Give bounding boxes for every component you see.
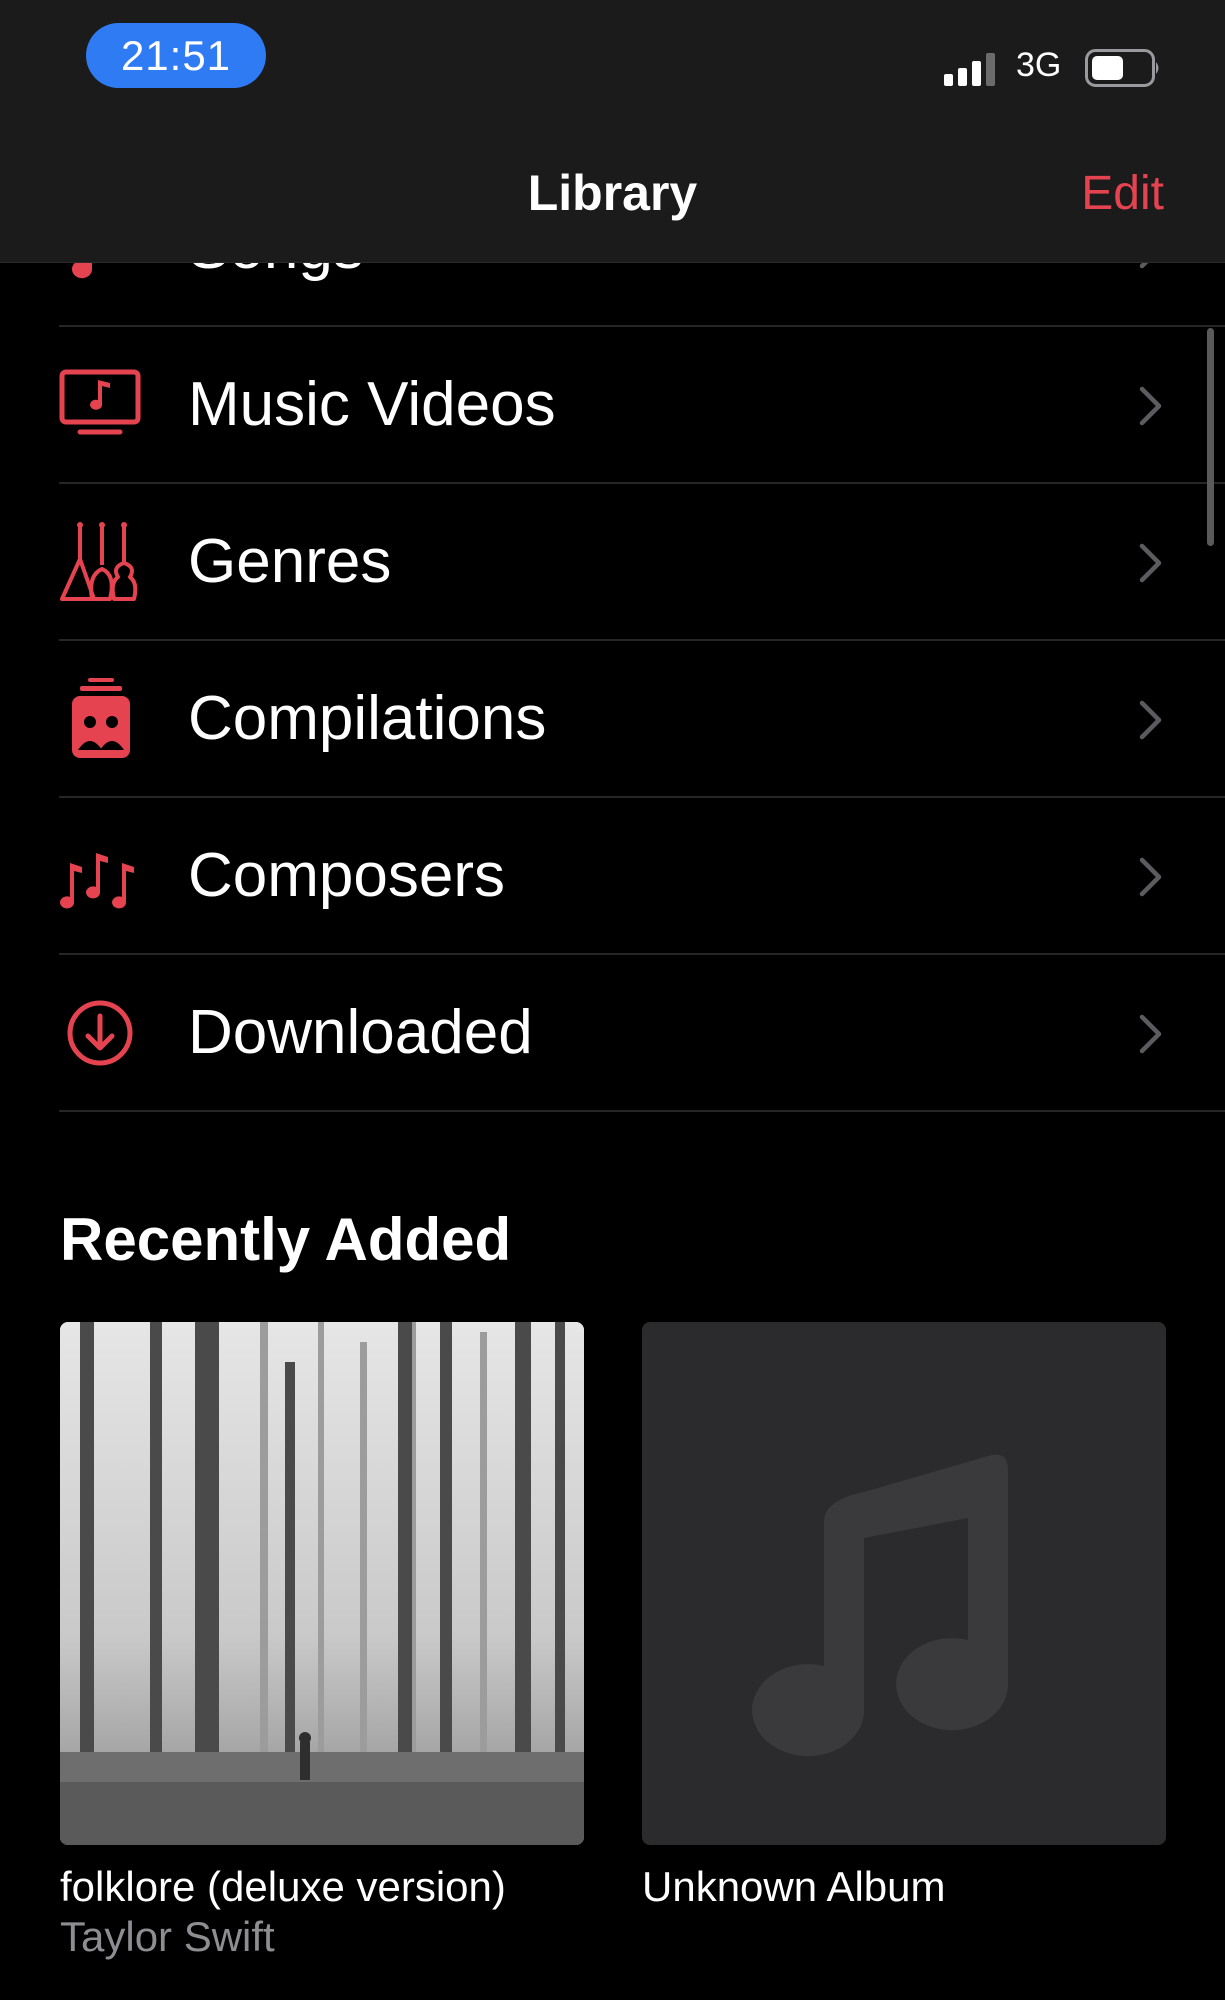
composers-icon <box>60 853 134 909</box>
section-title-recently-added: Recently Added <box>60 1206 512 1273</box>
album-card[interactable]: folklore (deluxe version) Taylor Swift <box>60 1322 584 1961</box>
library-item-label: Music Videos <box>188 370 556 439</box>
network-type: 3G <box>1016 46 1062 84</box>
compilation-icon <box>72 678 130 758</box>
album-artist: Taylor Swift <box>60 1913 275 1960</box>
album-art-folklore[interactable] <box>60 1322 584 1845</box>
album-title: Unknown Album <box>642 1863 946 1910</box>
library-item-downloaded[interactable]: Downloaded <box>0 955 1225 1112</box>
forest-cover-image <box>60 1322 584 1845</box>
library-item-genres[interactable]: Genres <box>0 484 1225 641</box>
status-time[interactable]: 21:51 <box>86 23 266 88</box>
guitars-icon <box>60 522 138 601</box>
navigation-bar: 21:51 3G Library Edit <box>0 0 1225 263</box>
album-art-unknown[interactable] <box>642 1322 1166 1845</box>
divider <box>59 1110 1225 1112</box>
album-card[interactable]: Unknown Album <box>642 1322 1166 1911</box>
chevron-right-icon <box>1139 857 1162 897</box>
scrollbar[interactable] <box>1207 328 1214 546</box>
library-item-composers[interactable]: Composers <box>0 798 1225 955</box>
chevron-right-icon <box>1139 543 1162 583</box>
download-circle-icon <box>67 1000 133 1066</box>
library-item-compilations[interactable]: Compilations <box>0 641 1225 798</box>
library-item-label: Composers <box>188 841 505 910</box>
battery-icon <box>1085 49 1159 87</box>
library-item-label: Compilations <box>188 684 547 753</box>
signal-strength-icon <box>944 53 995 86</box>
chevron-right-icon <box>1139 386 1162 426</box>
edit-button[interactable]: Edit <box>1081 166 1164 221</box>
album-title: folklore (deluxe version) <box>60 1863 506 1910</box>
page-title: Library <box>527 165 698 221</box>
chevron-right-icon <box>1139 1014 1162 1054</box>
music-video-icon <box>59 369 141 435</box>
library-item-music-videos[interactable]: Music Videos <box>0 327 1225 484</box>
chevron-right-icon <box>1139 700 1162 740</box>
library-item-label: Downloaded <box>188 998 533 1067</box>
music-note-placeholder-icon <box>752 1454 1009 1757</box>
library-item-label: Genres <box>188 527 392 596</box>
